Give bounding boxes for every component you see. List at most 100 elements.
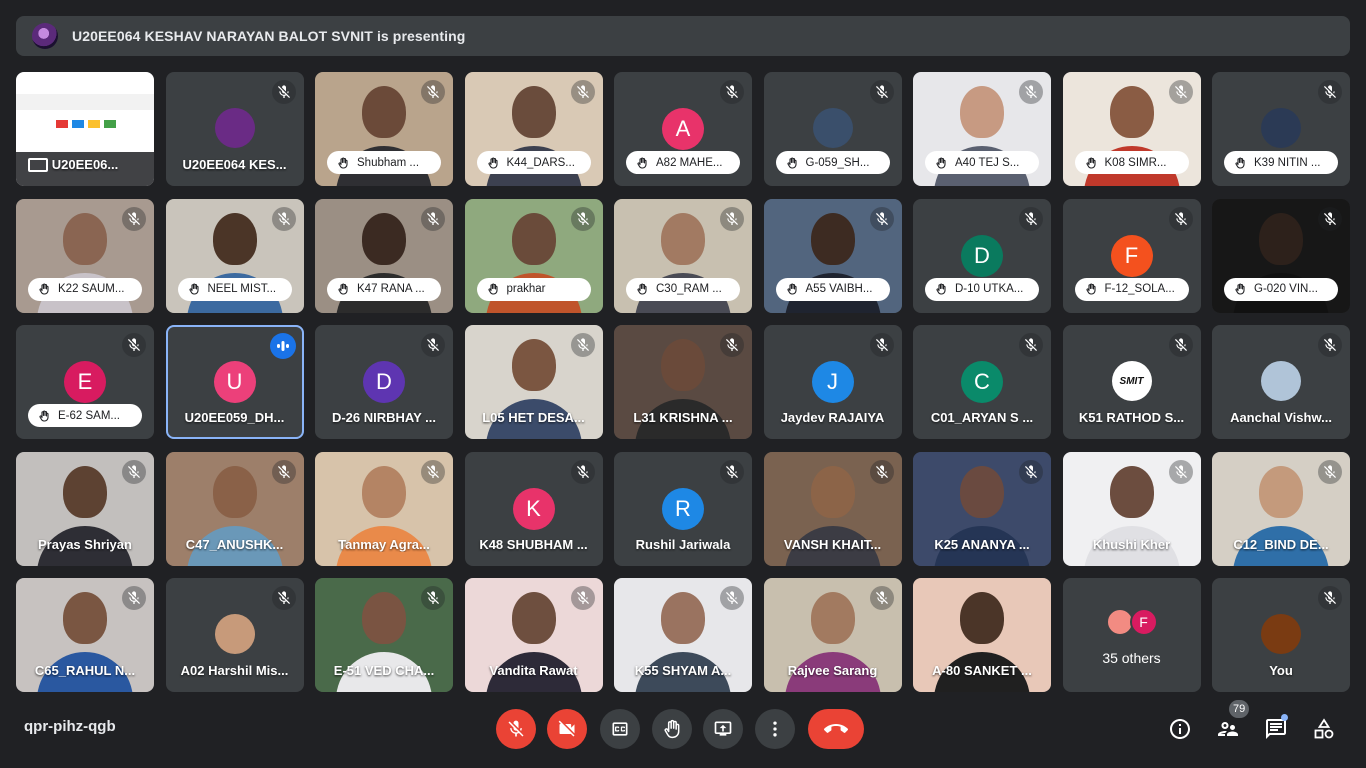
raise-hand-button[interactable] xyxy=(652,709,692,749)
participant-name: Rajvee Sarang xyxy=(787,663,878,678)
muted-mic-icon xyxy=(869,206,894,231)
participant-tile[interactable]: K39 NITIN ... xyxy=(1212,72,1350,186)
raise-hand-icon xyxy=(337,282,349,296)
camera-toggle-button[interactable] xyxy=(547,709,587,749)
muted-mic-icon xyxy=(1019,333,1043,357)
participant-tile[interactable]: C12_BIND DE... xyxy=(1212,451,1350,566)
participant-name: Prayas Shriyan xyxy=(38,536,132,552)
others-tile[interactable]: F 35 others xyxy=(1062,578,1201,692)
participant-tile[interactable]: A02 Harshil Mis... xyxy=(165,578,304,692)
presenter-avatar xyxy=(32,23,58,49)
muted-mic-icon xyxy=(421,80,445,104)
participant-tile[interactable]: J Jaydev RAJAIYA xyxy=(763,325,902,439)
participant-name: K55 SHYAM A... xyxy=(634,663,732,678)
participant-tile[interactable]: U U20EE059_DH... xyxy=(165,325,304,439)
muted-mic-icon xyxy=(122,586,146,610)
muted-mic-icon xyxy=(271,459,296,484)
participant-tile[interactable]: A-80 SANKET ... xyxy=(913,578,1051,692)
participant-tile[interactable]: SMIT K51 RATHOD S... xyxy=(1062,325,1201,439)
participant-tile[interactable]: You xyxy=(1212,578,1350,692)
participant-tile[interactable]: Shubham ... xyxy=(315,72,453,186)
participant-name: U20EE059_DH... xyxy=(184,410,285,425)
participant-tile[interactable]: C47_ANUSHK... xyxy=(165,451,304,566)
participant-tile[interactable]: C C01_ARYAN S ... xyxy=(913,325,1051,439)
participant-tile[interactable]: E-51 VED CHA... xyxy=(315,578,453,692)
participant-tile[interactable]: D D-10 UTKA... xyxy=(913,198,1051,313)
muted-mic-icon xyxy=(570,333,595,357)
participant-tile[interactable]: K25 ANANYA ... xyxy=(913,451,1051,566)
participant-tile[interactable]: K55 SHYAM A... xyxy=(614,578,752,692)
participant-tile[interactable]: K K48 SHUBHAM ... xyxy=(464,451,603,566)
participant-tile[interactable]: Prayas Shriyan xyxy=(16,451,154,566)
muted-mic-icon xyxy=(1318,206,1342,231)
muted-mic-icon xyxy=(122,333,146,357)
participant-tile[interactable]: U20EE064 KES... xyxy=(165,72,304,186)
participant-tile[interactable]: C30_RAM ... xyxy=(614,198,752,313)
muted-mic-icon xyxy=(1019,459,1043,484)
participant-tile[interactable]: A40 TEJ S... xyxy=(913,72,1051,186)
raised-hand-name-pill: prakhar xyxy=(476,277,591,301)
participant-photo: SMIT xyxy=(1111,361,1152,401)
participant-tile[interactable]: prakhar xyxy=(464,198,603,313)
participant-tile[interactable]: L05 HET DESA... xyxy=(464,325,603,439)
participant-tile[interactable]: K22 SAUM... xyxy=(16,198,154,313)
participant-tile[interactable]: Khushi Kher xyxy=(1062,451,1201,566)
participant-tile[interactable]: VANSH KHAIT... xyxy=(763,451,902,566)
more-options-button[interactable] xyxy=(755,709,795,749)
participant-tile[interactable]: R Rushil Jariwala xyxy=(614,451,752,566)
raised-hand-name-pill: G-020 VIN... xyxy=(1224,277,1338,301)
participant-tile[interactable]: U20EE06... xyxy=(16,72,154,186)
participant-tile[interactable]: Tanmay Agra... xyxy=(315,451,453,566)
muted-mic-icon xyxy=(1019,206,1043,231)
raised-hand-name-pill: NEEL MIST... xyxy=(177,277,292,301)
participant-tile[interactable]: Aanchal Vishw... xyxy=(1212,325,1350,439)
participant-tile[interactable]: L31 KRISHNA ... xyxy=(614,325,752,439)
participant-name: Tanmay Agra... xyxy=(338,536,430,552)
participant-tile[interactable]: C65_RAHUL N... xyxy=(16,578,154,692)
muted-mic-icon xyxy=(1318,586,1342,610)
participant-tile[interactable]: K08 SIMR... xyxy=(1062,72,1201,186)
raise-hand-icon xyxy=(337,156,349,170)
participant-name: D-26 NIRBHAY ... xyxy=(331,410,437,425)
raise-hand-icon xyxy=(664,719,680,739)
participant-avatar: D xyxy=(363,361,405,403)
raised-hand-name-pill: E-62 SAM... xyxy=(28,404,142,427)
participant-name: U20EE06... xyxy=(51,157,119,172)
activities-button[interactable] xyxy=(1308,713,1340,745)
microphone-toggle-button[interactable] xyxy=(496,709,536,749)
muted-mic-icon xyxy=(421,206,445,231)
participant-name: C47_ANUSHK... xyxy=(185,536,284,552)
participant-tile[interactable]: A55 VAIBH... xyxy=(763,198,902,313)
participant-tile[interactable]: G-059_SH... xyxy=(763,72,902,186)
participant-name: You xyxy=(1269,663,1293,678)
participant-tile[interactable]: Rajvee Sarang xyxy=(763,578,902,692)
participant-name: E-62 SAM... xyxy=(58,409,120,422)
participant-name: L05 HET DESA... xyxy=(482,410,585,425)
participant-tile[interactable]: F F-12_SOLA... xyxy=(1062,198,1201,313)
muted-mic-icon xyxy=(1168,80,1193,104)
muted-mic-icon xyxy=(720,206,744,231)
leave-call-button[interactable] xyxy=(808,709,864,749)
raised-hand-name-pill: G-059_SH... xyxy=(775,151,890,174)
participant-name: F-12_SOLA... xyxy=(1104,283,1175,295)
raised-hand-name-pill: K47 RANA ... xyxy=(327,277,441,301)
participant-tile[interactable]: G-020 VIN... xyxy=(1212,198,1350,313)
participant-tile[interactable]: D D-26 NIRBHAY ... xyxy=(315,325,453,439)
participant-tile[interactable]: E E-62 SAM... xyxy=(16,325,154,439)
participant-tile[interactable]: Vandita Rawat xyxy=(464,578,603,692)
raised-hand-name-pill: C30_RAM ... xyxy=(626,277,740,301)
raise-hand-icon xyxy=(1234,156,1246,170)
raise-hand-icon xyxy=(786,156,798,170)
participant-tile[interactable]: K47 RANA ... xyxy=(315,198,453,313)
participant-tile[interactable]: A A82 MAHE... xyxy=(614,72,752,186)
captions-button[interactable] xyxy=(600,709,640,749)
muted-mic-icon xyxy=(869,459,894,484)
meeting-details-button[interactable] xyxy=(1164,713,1196,745)
raised-hand-name-pill: K22 SAUM... xyxy=(28,277,142,301)
participant-tile[interactable]: K44_DARS... xyxy=(464,72,603,186)
participant-name: K44_DARS... xyxy=(506,156,575,169)
chat-notification-dot xyxy=(1281,714,1288,721)
present-now-button[interactable] xyxy=(703,709,743,749)
presenting-text: U20EE064 KESHAV NARAYAN BALOT SVNIT is p… xyxy=(72,28,466,44)
participant-tile[interactable]: NEEL MIST... xyxy=(165,198,304,313)
